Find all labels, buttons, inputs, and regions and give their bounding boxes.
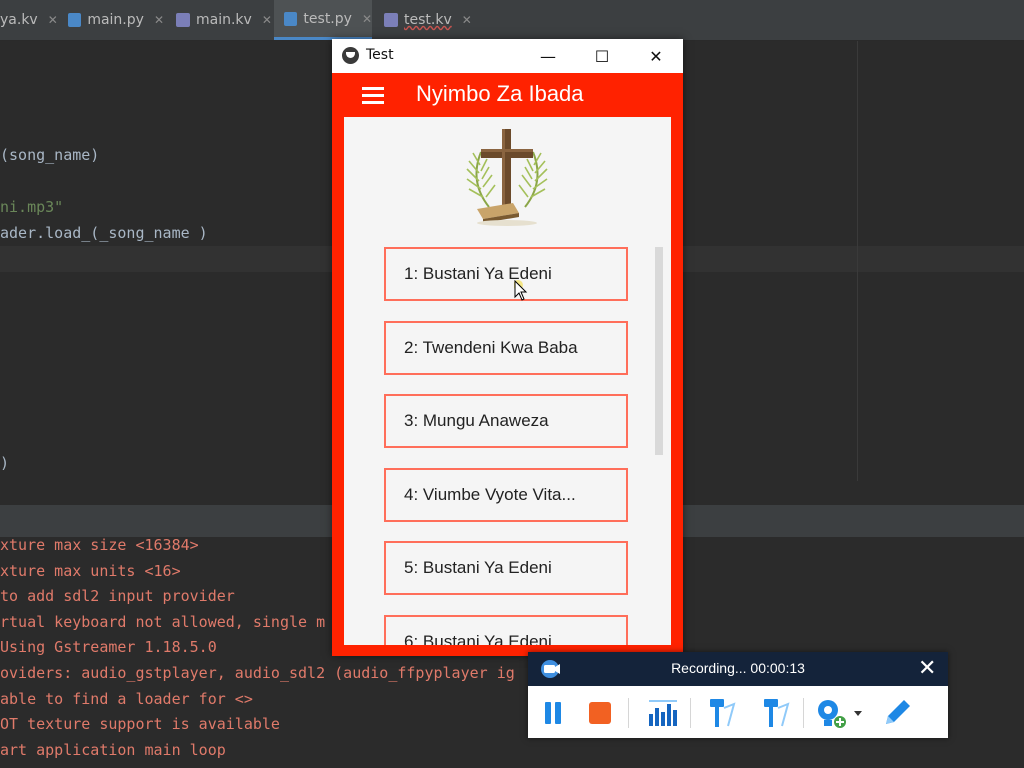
marker-icon[interactable] — [704, 696, 738, 730]
mouse-pointer-icon — [514, 280, 528, 301]
editor-tab-bar: ya.kv ✕ main.py ✕ main.kv ✕ test.py ✕ te… — [0, 0, 1024, 41]
song-button-1[interactable]: 1: Bustani Ya Edeni — [384, 247, 628, 301]
console-line: oviders: audio_gstplayer, audio_sdl2 (au… — [0, 664, 515, 682]
window-title: Test — [366, 47, 394, 63]
song-button-6[interactable]: 6: Bustani Ya Edeni — [384, 615, 628, 645]
window-titlebar[interactable]: Test — ☐ ✕ — [332, 39, 683, 73]
close-icon[interactable]: ✕ — [48, 13, 58, 27]
stop-icon[interactable] — [583, 696, 617, 730]
kv-file-icon — [384, 13, 398, 27]
minimize-button[interactable]: — — [525, 39, 571, 73]
tab-test-kv[interactable]: test.kv ✕ — [384, 0, 480, 40]
recording-status: Recording... 00:00:13 — [671, 660, 805, 676]
close-icon[interactable]: ✕ — [154, 13, 164, 27]
webcam-add-icon[interactable] — [814, 696, 848, 730]
tab-main-py[interactable]: main.py ✕ — [68, 0, 164, 40]
kv-file-icon — [176, 13, 190, 27]
string-literal: ni.mp3" — [0, 198, 64, 216]
app-title: Nyimbo Za Ibada — [416, 81, 584, 106]
audio-levels-icon[interactable] — [645, 696, 679, 730]
console-line: Using Gstreamer 1.18.5.0 — [0, 638, 217, 656]
console-line: xture max units <16> — [0, 562, 181, 580]
right-margin-guide — [857, 41, 858, 481]
screen-recorder-widget: Recording... 00:00:13 ✕ — [528, 652, 948, 738]
cross-with-palms-icon — [466, 129, 548, 226]
toolbar-divider — [803, 698, 804, 728]
toolbar-divider — [690, 698, 691, 728]
python-file-icon — [284, 11, 298, 26]
tab-label: ya.kv — [0, 12, 38, 28]
app-toolbar: Nyimbo Za Ibada — [332, 73, 683, 115]
hamburger-menu-icon[interactable] — [362, 87, 384, 104]
marker-alt-icon[interactable] — [758, 696, 792, 730]
console-line: art application main loop — [0, 741, 226, 759]
dropdown-arrow-icon[interactable] — [850, 696, 866, 730]
close-icon[interactable]: ✕ — [462, 13, 472, 27]
song-button-4[interactable]: 4: Viumbe Vyote Vita... — [384, 468, 628, 522]
code-line: ader.load_(_song_name ) — [0, 224, 208, 242]
close-icon[interactable]: ✕ — [362, 12, 372, 26]
console-line: able to find a loader for <> — [0, 690, 253, 708]
tab-ya-kv[interactable]: ya.kv ✕ — [0, 0, 60, 40]
console-line: rtual keyboard not allowed, single m — [0, 613, 326, 631]
recorder-header: Recording... 00:00:13 ✕ — [528, 652, 948, 686]
close-button[interactable]: ✕ — [633, 39, 679, 73]
toolbar-divider — [628, 698, 629, 728]
console-line: xture max size <16384> — [0, 536, 199, 554]
console-line: OT texture support is available — [0, 715, 280, 733]
tab-label: main.py — [87, 12, 144, 28]
app-window: Test — ☐ ✕ Nyimbo Za Ibada 1: Bustani Ya… — [332, 39, 683, 656]
maximize-button[interactable]: ☐ — [579, 39, 625, 73]
pen-icon[interactable] — [880, 696, 914, 730]
close-icon[interactable]: ✕ — [918, 656, 936, 681]
code-line: ni.mp3" — [0, 198, 63, 216]
tab-main-kv[interactable]: main.kv ✕ — [176, 0, 272, 40]
kivy-app-icon — [342, 47, 359, 64]
song-button-5[interactable]: 5: Bustani Ya Edeni — [384, 541, 628, 595]
code-line: (song_name) — [0, 146, 100, 164]
tab-test-py[interactable]: test.py ✕ — [274, 0, 372, 40]
console-line: to add sdl2 input provider — [0, 587, 235, 605]
tab-label: test.kv — [404, 12, 452, 28]
python-file-icon — [68, 13, 82, 27]
song-list-panel[interactable]: 1: Bustani Ya Edeni 2: Twendeni Kwa Baba… — [344, 117, 671, 645]
code-line: ) — [0, 454, 10, 472]
song-button-2[interactable]: 2: Twendeni Kwa Baba — [384, 321, 628, 375]
tab-label: main.kv — [196, 12, 252, 28]
pause-icon[interactable] — [536, 696, 570, 730]
close-icon[interactable]: ✕ — [262, 13, 272, 27]
scrollbar[interactable] — [655, 247, 663, 455]
song-button-3[interactable]: 3: Mungu Anaweza — [384, 394, 628, 448]
tab-label: test.py — [303, 10, 352, 27]
